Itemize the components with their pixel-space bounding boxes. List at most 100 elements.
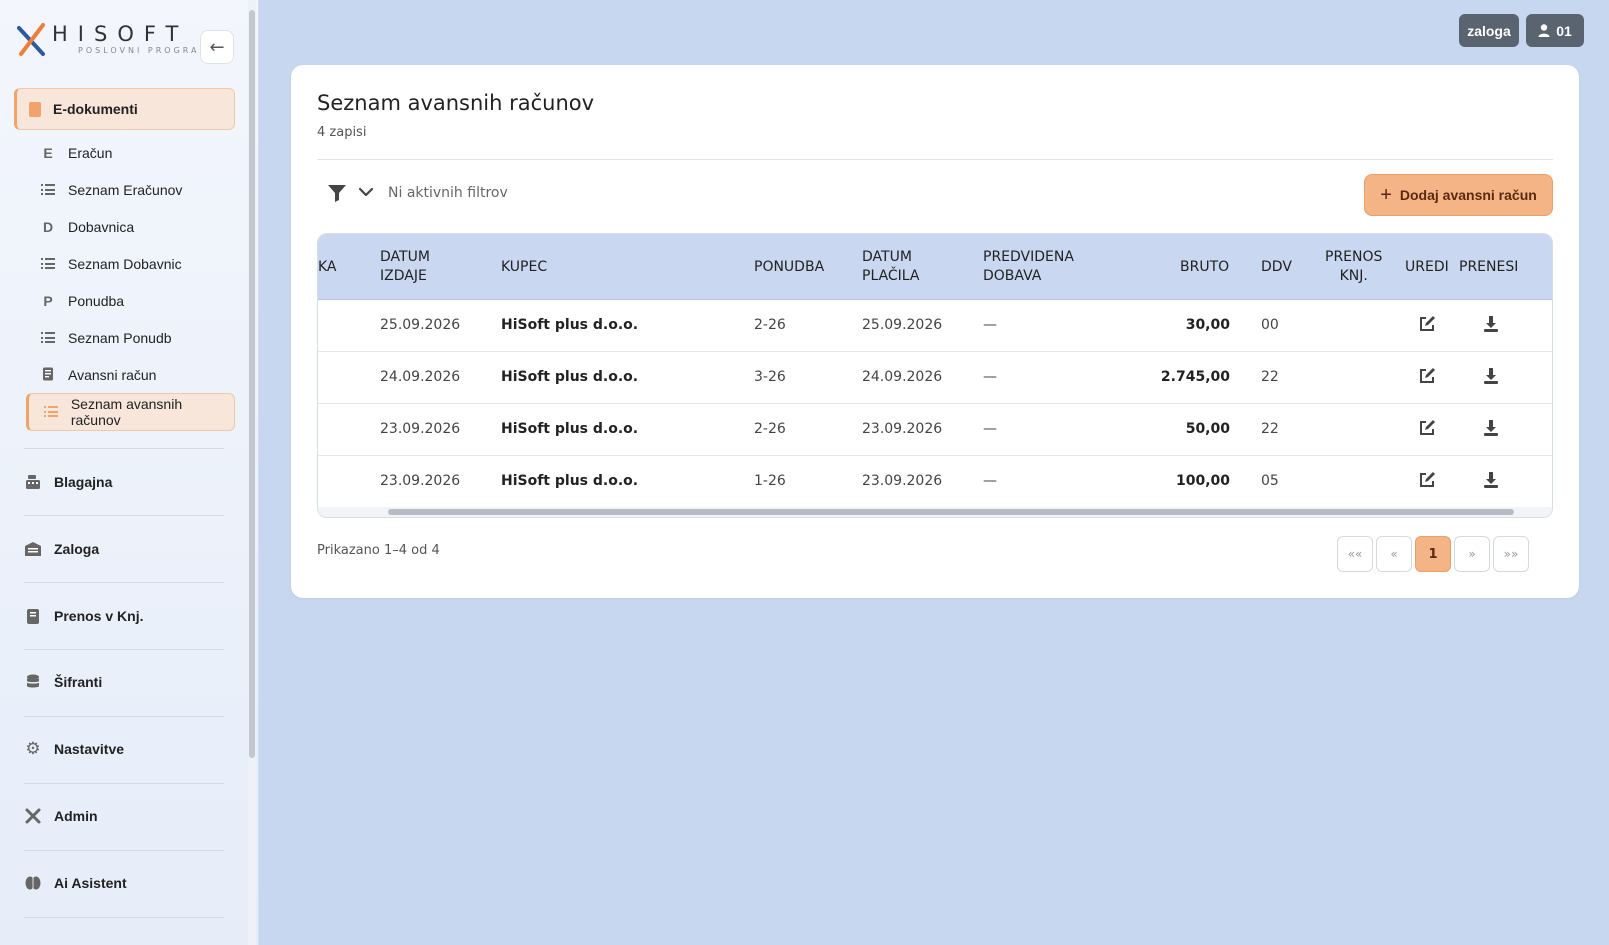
divider <box>24 448 224 449</box>
sidebar-item-seznam-dobavnic[interactable]: Seznam Dobavnic <box>26 245 235 283</box>
sidebar-item-label: Dobavnica <box>68 219 135 235</box>
sidebar-section-e-dokumenti[interactable]: E-dokumenti <box>14 88 235 130</box>
letter-e-icon: E <box>43 145 53 161</box>
col-header-prenos-knj[interactable]: PRENOS KNJ. <box>1325 248 1382 286</box>
pagination-prev-button[interactable]: « <box>1376 536 1412 572</box>
stock-button[interactable]: zaloga <box>1459 14 1519 47</box>
sidebar-item-zaloga[interactable]: Zaloga <box>24 529 224 569</box>
cell-datum-izdaje: 25.09.2026 <box>380 317 461 333</box>
cell-kupec: HiSoft plus d.o.o. <box>501 473 639 489</box>
divider <box>24 783 224 784</box>
pagination-first-button[interactable]: «« <box>1337 536 1373 572</box>
sidebar-scrollbar-thumb[interactable] <box>249 10 255 758</box>
sidebar-item-seznam-eracunov[interactable]: Seznam Eračunov <box>26 171 235 209</box>
sidebar-item-ai-asistent[interactable]: Ai Asistent <box>24 863 224 903</box>
sidebar-item-avansni-racun[interactable]: Avansni račun <box>26 356 235 394</box>
edit-icon[interactable] <box>1418 471 1436 489</box>
col-header-datum-izdaje[interactable]: DATUM IZDAJE <box>380 248 430 286</box>
invoices-table: KA DATUM IZDAJE KUPEC PONUDBA DATUM PLAČIL… <box>317 233 1553 518</box>
col-header-datum-placila[interactable]: DATUM PLAČILA <box>862 248 920 286</box>
letter-d-icon: D <box>42 219 54 235</box>
filter-icon[interactable] <box>327 184 347 202</box>
sidebar-item-label: Prenos v Knj. <box>54 608 144 624</box>
edit-icon[interactable] <box>1418 315 1436 333</box>
sidebar-item-nastavitve[interactable]: ⚙ Nastavitve <box>24 729 224 769</box>
sidebar-item-label: Avansni račun <box>68 367 157 383</box>
col-header-bruto[interactable]: BRUTO <box>1180 258 1229 277</box>
sidebar-item-blagajna[interactable]: Blagajna <box>24 462 224 502</box>
sidebar-item-sifranti[interactable]: Šifranti <box>24 662 224 702</box>
sidebar-item-label: Ponudba <box>68 293 125 309</box>
col-header-uredi: UREDI <box>1405 259 1449 275</box>
cell-datum-placila: 23.09.2026 <box>862 421 943 437</box>
page-title: Seznam avansnih računov <box>317 91 595 115</box>
download-icon[interactable] <box>1482 471 1500 489</box>
sidebar-item-label: Šifranti <box>54 674 103 690</box>
chevron-down-icon[interactable] <box>357 183 375 201</box>
cell-datum-izdaje: 24.09.2026 <box>380 369 461 385</box>
cell-bruto: 50,00 <box>1185 421 1230 437</box>
main-card: Seznam avansnih računov 4 zapisi Ni akti… <box>291 65 1579 598</box>
collapse-sidebar-button[interactable]: ← <box>200 30 234 64</box>
user-button[interactable]: 01 <box>1526 14 1584 47</box>
cell-dobava: — <box>983 369 997 385</box>
list-icon <box>40 182 56 198</box>
table-row[interactable]: 23.09.2026 HiSoft plus d.o.o. 1-26 23.09… <box>318 456 1552 508</box>
brand-name: HISOFT <box>52 22 189 46</box>
sidebar-item-seznam-ponudb[interactable]: Seznam Ponudb <box>26 319 235 357</box>
sidebar-item-admin[interactable]: Admin <box>24 796 224 836</box>
cell-ddv: 05 <box>1261 473 1279 489</box>
download-icon[interactable] <box>1482 419 1500 437</box>
divider <box>24 582 224 583</box>
edit-icon[interactable] <box>1418 419 1436 437</box>
sidebar-item-seznam-avansnih-racunov[interactable]: Seznam avansnih računov <box>26 393 235 431</box>
cell-bruto: 30,00 <box>1185 317 1230 333</box>
pagination-next-button[interactable]: » <box>1454 536 1490 572</box>
pagination-page-1[interactable]: 1 <box>1415 536 1451 572</box>
sidebar-item-label: Seznam Eračunov <box>68 182 183 198</box>
pagination-last-button[interactable]: »» <box>1493 536 1529 572</box>
sidebar-item-ponudba[interactable]: P Ponudba <box>26 282 235 320</box>
sidebar-item-label: Seznam Ponudb <box>68 330 172 346</box>
sidebar: HISOFT POSLOVNI PROGRAMI ← E-dokumenti E… <box>0 0 259 945</box>
table-row[interactable]: 25.09.2026 HiSoft plus d.o.o. 2-26 25.09… <box>318 300 1552 352</box>
filter-status: Ni aktivnih filtrov <box>388 185 508 201</box>
add-advance-invoice-button[interactable]: + Dodaj avansni račun <box>1364 174 1553 216</box>
arrow-left-icon: ← <box>209 36 225 58</box>
col-header-kupec[interactable]: KUPEC <box>501 258 547 277</box>
add-button-label: Dodaj avansni račun <box>1399 187 1537 203</box>
sidebar-item-label: Blagajna <box>54 474 113 490</box>
table-horizontal-scrollbar[interactable] <box>318 507 1552 517</box>
divider <box>24 716 224 717</box>
cell-kupec: HiSoft plus d.o.o. <box>501 317 639 333</box>
sidebar-item-eracun[interactable]: E Eračun <box>26 134 235 172</box>
col-header-ddv[interactable]: DDV <box>1261 258 1292 277</box>
col-header-stevilka[interactable]: KA <box>318 258 337 277</box>
sidebar-scrollbar[interactable] <box>248 0 256 945</box>
cell-ddv: 22 <box>1261 421 1279 437</box>
letter-p-icon: P <box>43 293 53 309</box>
sidebar-section-label: E-dokumenti <box>53 101 138 117</box>
sidebar-item-label: Seznam Dobavnic <box>68 256 182 272</box>
table-row[interactable]: 24.09.2026 HiSoft plus d.o.o. 3-26 24.09… <box>318 352 1552 404</box>
col-header-ponudba[interactable]: PONUDBA <box>754 258 824 277</box>
sidebar-item-prenos-v-knj[interactable]: Prenos v Knj. <box>24 596 224 636</box>
brain-icon <box>24 875 42 891</box>
hisoft-logo: HISOFT POSLOVNI PROGRAMI <box>16 20 212 62</box>
sidebar-item-label: Admin <box>54 808 98 824</box>
cell-dobava: — <box>983 421 997 437</box>
download-icon[interactable] <box>1482 315 1500 333</box>
list-icon <box>43 404 59 420</box>
table-row[interactable]: 23.09.2026 HiSoft plus d.o.o. 2-26 23.09… <box>318 404 1552 456</box>
download-icon[interactable] <box>1482 367 1500 385</box>
cell-dobava: — <box>983 473 997 489</box>
divider <box>24 850 224 851</box>
cell-datum-izdaje: 23.09.2026 <box>380 473 461 489</box>
col-header-predvidena-dobava[interactable]: PREDVIDENA DOBAVA <box>983 248 1074 286</box>
table-scrollbar-thumb[interactable] <box>388 509 1514 515</box>
cell-ponudba: 2-26 <box>754 317 786 333</box>
logo-x-mark <box>17 23 45 56</box>
edit-icon[interactable] <box>1418 367 1436 385</box>
sidebar-item-dobavnica[interactable]: D Dobavnica <box>26 208 235 246</box>
cell-datum-izdaje: 23.09.2026 <box>380 421 461 437</box>
